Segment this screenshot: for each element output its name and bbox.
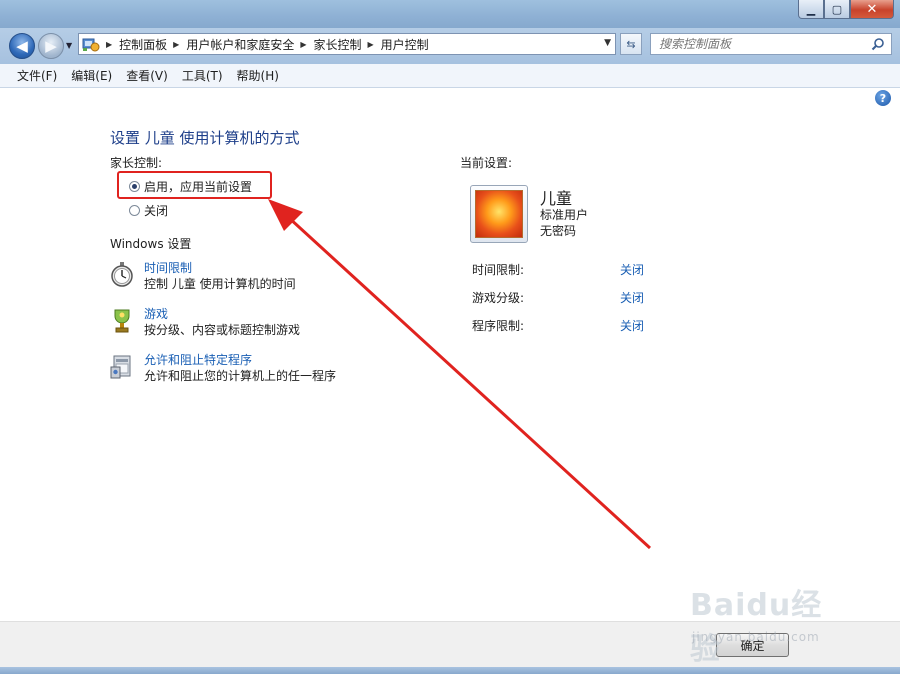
- games-link[interactable]: 游戏: [144, 307, 300, 322]
- caption-buttons: ▁ ▢ ✕: [798, 0, 894, 19]
- parental-controls-label: 家长控制:: [110, 156, 163, 170]
- setting-item-games: 游戏 按分级、内容或标题控制游戏: [110, 307, 300, 339]
- breadcrumb-separator-icon[interactable]: ▶: [106, 40, 112, 49]
- back-button[interactable]: ◀: [9, 33, 35, 59]
- windows-settings-label: Windows 设置: [110, 237, 192, 251]
- program-icon: [110, 355, 131, 379]
- page-title: 设置 儿童 使用计算机的方式: [110, 129, 300, 147]
- title-bar: ▁ ▢ ✕: [0, 0, 900, 28]
- search-box[interactable]: [650, 33, 892, 55]
- breadcrumb-user-controls[interactable]: 用户控制: [381, 36, 429, 53]
- user-picture-frame: [470, 185, 528, 243]
- current-setting-row: 游戏分级: 关闭: [472, 289, 672, 306]
- navigation-bar: ◀ ▶ ▼ ▶ 控制面板 ▶ 用户帐户和家庭安全 ▶ 家长控制 ▶ 用户控制 ▼…: [0, 28, 900, 64]
- breadcrumb-separator-icon[interactable]: ▶: [368, 40, 374, 49]
- minimize-icon[interactable]: ▁: [798, 0, 824, 19]
- programs-description: 允许和阻止您的计算机上的任一程序: [144, 369, 337, 383]
- search-input[interactable]: [651, 37, 861, 51]
- setting-item-time-limits: 时间限制 控制 儿童 使用计算机的时间: [110, 261, 296, 293]
- game-rating-key: 游戏分级:: [472, 291, 525, 305]
- window-bottom-border: [0, 667, 900, 674]
- baidu-watermark: Baidu经验 jingyan.baidu.com: [690, 574, 850, 667]
- forward-button[interactable]: ▶: [38, 33, 64, 59]
- time-limit-key: 时间限制:: [472, 263, 525, 277]
- time-limit-value: 关闭: [620, 263, 645, 277]
- stopwatch-icon: [111, 262, 133, 287]
- time-limits-link[interactable]: 时间限制: [144, 261, 296, 276]
- address-dropdown-icon[interactable]: ▼: [604, 38, 611, 48]
- maximize-icon[interactable]: ▢: [824, 0, 850, 19]
- current-settings-label: 当前设置:: [460, 156, 513, 170]
- content-area: 设置 儿童 使用计算机的方式 家长控制: 启用，应用当前设置 关闭 Window…: [0, 89, 900, 621]
- menu-view[interactable]: 查看(V): [119, 67, 175, 84]
- watermark-logo: Baidu经验: [690, 588, 823, 667]
- user-password-status: 无密码: [540, 224, 577, 238]
- breadcrumb-control-panel[interactable]: 控制面板: [119, 36, 167, 53]
- setting-item-programs: 允许和阻止特定程序 允许和阻止您的计算机上的任一程序: [110, 353, 336, 385]
- recent-pages-dropdown-icon[interactable]: ▼: [66, 41, 72, 50]
- breadcrumb-parental-controls[interactable]: 家长控制: [314, 36, 362, 53]
- user-type: 标准用户: [540, 208, 589, 222]
- menu-bar: 文件(F) 编辑(E) 查看(V) 工具(T) 帮助(H): [0, 64, 900, 88]
- game-rating-value: 关闭: [620, 291, 645, 305]
- control-panel-icon: [82, 38, 100, 52]
- menu-tools[interactable]: 工具(T): [175, 67, 230, 84]
- current-setting-row: 时间限制: 关闭: [472, 261, 672, 278]
- menu-help[interactable]: 帮助(H): [230, 67, 286, 84]
- radio-button-unchecked[interactable]: [129, 205, 140, 216]
- current-setting-row: 程序限制: 关闭: [472, 317, 672, 334]
- menu-file[interactable]: 文件(F): [10, 67, 64, 84]
- program-limit-value: 关闭: [620, 319, 645, 333]
- games-description: 按分级、内容或标题控制游戏: [144, 323, 301, 337]
- radio-label-off: 关闭: [144, 204, 169, 218]
- refresh-button[interactable]: ⇆: [620, 33, 642, 55]
- watermark-url: jingyan.baidu.com: [692, 630, 820, 644]
- program-limit-key: 程序限制:: [472, 319, 525, 333]
- breadcrumb-user-accounts[interactable]: 用户帐户和家庭安全: [186, 36, 294, 53]
- address-bar[interactable]: ▶ 控制面板 ▶ 用户帐户和家庭安全 ▶ 家长控制 ▶ 用户控制 ▼: [78, 33, 616, 55]
- red-highlight-box: [117, 171, 272, 199]
- breadcrumb-separator-icon[interactable]: ▶: [173, 40, 179, 49]
- programs-link[interactable]: 允许和阻止特定程序: [144, 353, 336, 368]
- radio-option-off[interactable]: 关闭: [129, 202, 168, 219]
- user-picture-flower: [475, 190, 523, 238]
- breadcrumb-separator-icon[interactable]: ▶: [300, 40, 306, 49]
- search-icon[interactable]: [871, 37, 885, 51]
- menu-edit[interactable]: 编辑(E): [64, 67, 119, 84]
- time-limits-description: 控制 儿童 使用计算机的时间: [144, 277, 296, 291]
- close-icon[interactable]: ✕: [850, 0, 894, 19]
- help-icon[interactable]: ?: [875, 90, 891, 106]
- game-trophy-icon: [114, 309, 130, 333]
